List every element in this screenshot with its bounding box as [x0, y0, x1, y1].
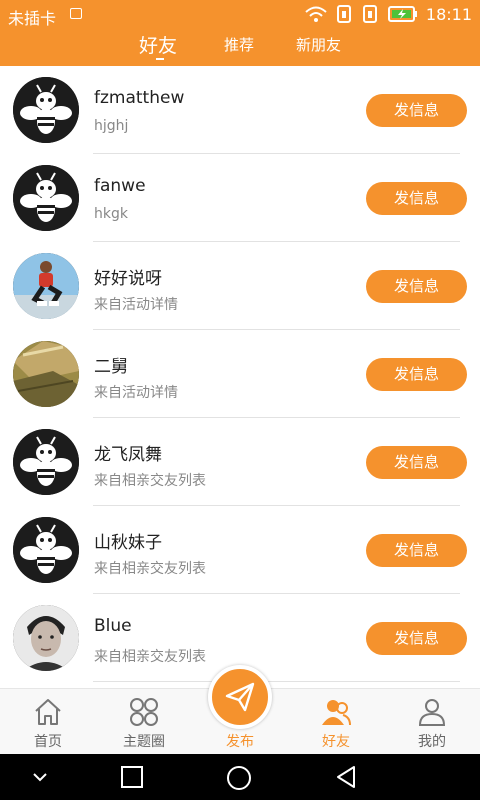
send-message-button[interactable]: 发信息: [366, 358, 467, 391]
nav-friends[interactable]: 好友: [288, 689, 384, 755]
friend-name: 山秋妹子: [94, 533, 162, 553]
send-message-button[interactable]: 发信息: [366, 182, 467, 215]
friend-subtitle: 来自相亲交友列表: [94, 473, 206, 489]
friend-name: fanwe: [94, 176, 146, 196]
landscape-photo[interactable]: [13, 341, 79, 407]
nav-label: 首页: [34, 734, 62, 750]
clock: 18:11: [425, 4, 472, 24]
tab-new-friends[interactable]: 新朋友: [296, 34, 341, 55]
list-item[interactable]: fanwe hkgk 发信息: [0, 154, 480, 242]
top-tab-bar: 好友 推荐 新朋友: [0, 30, 480, 66]
status-icons: 18:11: [304, 4, 472, 24]
friend-name: 二舅: [94, 357, 128, 377]
tab-friends[interactable]: 好友: [139, 31, 177, 58]
tab-recommend[interactable]: 推荐: [224, 34, 254, 55]
friend-subtitle: hkgk: [94, 206, 128, 222]
send-message-button[interactable]: 发信息: [366, 94, 467, 127]
bee-logo-avatar[interactable]: [13, 517, 79, 583]
nav-label: 好友: [322, 734, 350, 750]
nav-label: 我的: [418, 734, 446, 750]
chevron-down-icon[interactable]: [30, 765, 50, 789]
jumping-person-photo[interactable]: [13, 253, 79, 319]
system-nav-bar: [0, 754, 480, 800]
friend-subtitle: 来自活动详情: [94, 297, 178, 313]
paper-plane-icon: [225, 682, 255, 712]
bee-logo-avatar[interactable]: [13, 77, 79, 143]
sim1-signal-icon: [336, 5, 351, 23]
man-portrait-photo[interactable]: [13, 605, 79, 671]
carrier-label: 未插卡: [8, 9, 57, 28]
divider: [93, 681, 460, 682]
send-message-button[interactable]: 发信息: [366, 622, 467, 655]
bee-logo-avatar[interactable]: [13, 165, 79, 231]
bee-logo-avatar[interactable]: [13, 429, 79, 495]
friend-subtitle: hjghj: [94, 118, 129, 134]
sim2-signal-icon: [362, 5, 377, 23]
send-message-button[interactable]: 发信息: [366, 270, 467, 303]
friend-name: 龙飞凤舞: [94, 445, 162, 465]
send-message-button[interactable]: 发信息: [366, 446, 467, 479]
nav-mine[interactable]: 我的: [384, 689, 480, 755]
send-message-button[interactable]: 发信息: [366, 534, 467, 567]
user-icon: [418, 699, 446, 726]
android-icon: [70, 8, 82, 19]
nav-label: 发布: [226, 734, 254, 750]
grid-icon: [130, 698, 158, 726]
home-circle-icon[interactable]: [226, 765, 252, 791]
recents-icon[interactable]: [120, 765, 144, 789]
friend-name: 好好说呀: [94, 269, 162, 289]
status-bar: 未插卡 18:11: [0, 0, 480, 30]
list-item[interactable]: 龙飞凤舞 来自相亲交友列表 发信息: [0, 418, 480, 506]
active-tab-indicator: [156, 58, 164, 60]
battery-charging-icon: [387, 6, 417, 22]
home-icon: [35, 699, 61, 725]
wifi-icon: [305, 6, 327, 22]
friend-subtitle: 来自相亲交友列表: [94, 561, 206, 577]
nav-topic-circle[interactable]: 主题圈: [96, 689, 192, 755]
friend-name: fzmatthew: [94, 88, 185, 108]
nav-home[interactable]: 首页: [0, 689, 96, 755]
list-item[interactable]: 好好说呀 来自活动详情 发信息: [0, 242, 480, 330]
friend-name: Blue: [94, 616, 132, 636]
nav-label: 主题圈: [123, 734, 165, 750]
friend-subtitle: 来自活动详情: [94, 385, 178, 401]
list-item[interactable]: 二舅 来自活动详情 发信息: [0, 330, 480, 418]
back-icon[interactable]: [334, 765, 358, 789]
friend-list[interactable]: fzmatthew hjghj 发信息 fanwe hkgk 发信息 好好说呀 …: [0, 66, 480, 688]
friend-subtitle: 来自相亲交友列表: [94, 649, 206, 665]
list-item[interactable]: 山秋妹子 来自相亲交友列表 发信息: [0, 506, 480, 594]
publish-button[interactable]: [208, 665, 272, 729]
list-item[interactable]: fzmatthew hjghj 发信息: [0, 66, 480, 154]
friends-icon: [322, 700, 351, 726]
